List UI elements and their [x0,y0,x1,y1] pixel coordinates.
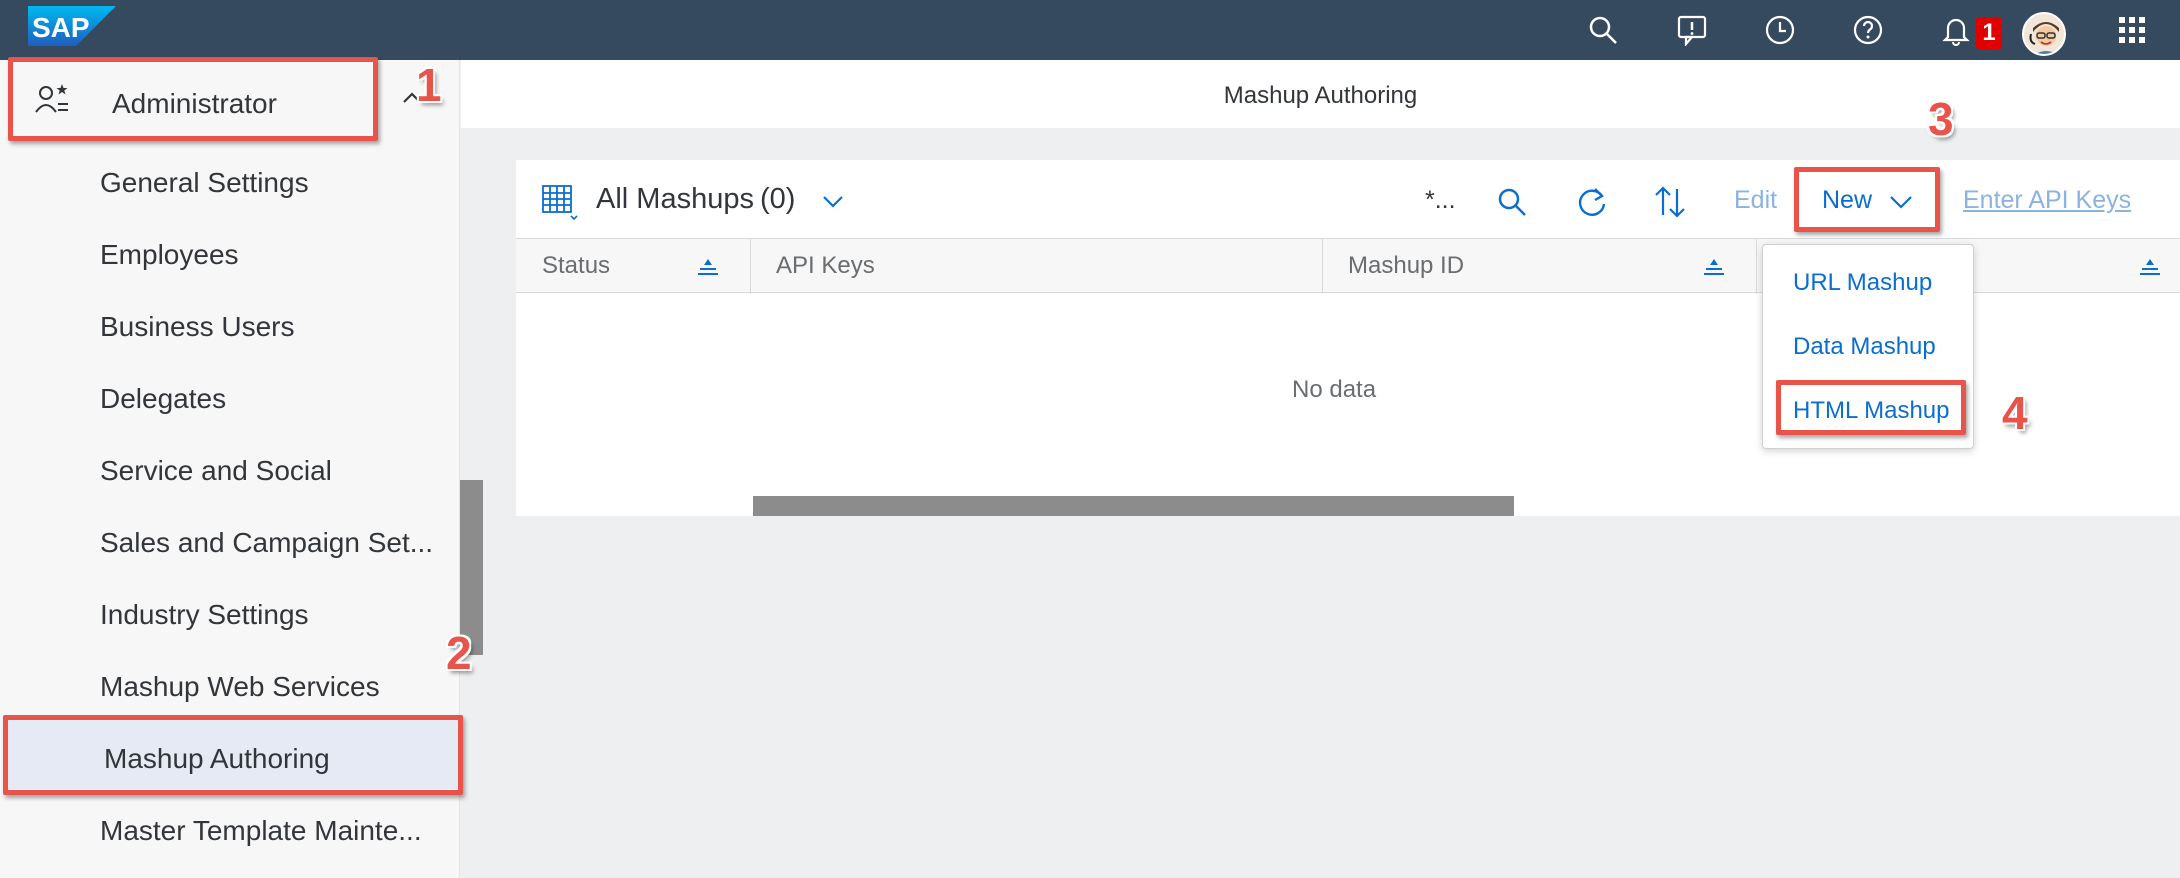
notification-badge: 1 [1976,17,2002,49]
sidebar-item-service-and-social[interactable]: Service and Social [100,455,332,487]
table-view-icon[interactable] [540,182,580,222]
search-icon[interactable] [1492,182,1532,222]
sidebar-item-mashup-authoring[interactable]: Mashup Authoring [104,743,330,775]
callout-step-1: 1 [416,59,442,111]
page-title: Mashup Authoring [1223,82,1418,109]
callout-step-3: 3 [1928,93,1954,145]
sidebar-item-sales-and-campaign[interactable]: Sales and Campaign Set... [100,527,433,559]
administrator-icon [34,82,70,123]
view-title[interactable]: All Mashups [596,183,754,216]
sidebar-item-business-users[interactable]: Business Users [100,311,295,343]
recent-activity-icon[interactable] [1760,10,1800,50]
column-header-mashup-id[interactable]: Mashup ID [1348,252,1464,280]
svg-text:SAP: SAP [32,12,90,43]
column-separator[interactable] [1322,239,1323,294]
search-icon[interactable] [1583,10,1623,50]
sort-icon[interactable] [1650,182,1690,222]
avatar[interactable] [2022,12,2066,56]
side-navigation: Administrator General Settings Employees… [0,60,460,878]
new-button[interactable]: New [1822,186,1872,215]
refresh-icon[interactable] [1572,182,1612,222]
sidebar-item-industry-settings[interactable]: Industry Settings [100,599,309,631]
record-count: (0) [760,183,796,215]
sidebar-item-general-settings[interactable]: General Settings [100,167,309,199]
shell-bar: SAP 1 [0,0,2180,60]
sort-indicator-icon [1702,257,1726,282]
menu-item-url-mashup[interactable]: URL Mashup [1793,269,1932,297]
menu-item-html-mashup[interactable]: HTML Mashup [1793,397,1950,425]
horizontal-scrollbar[interactable] [753,496,1514,516]
new-dropdown-menu: URL Mashup Data Mashup HTML Mashup [1762,244,1974,449]
sort-indicator-icon [2138,257,2162,282]
feedback-icon[interactable] [1672,10,1712,50]
sap-logo[interactable]: SAP [28,6,116,46]
chevron-down-icon[interactable] [818,186,848,216]
edit-button[interactable]: Edit [1734,186,1777,215]
help-icon[interactable] [1848,10,1888,50]
sidebar-item-mashup-web-services[interactable]: Mashup Web Services [100,671,380,703]
app-launcher-icon[interactable] [2112,10,2152,50]
empty-table-message: No data [1292,376,1377,403]
chevron-down-icon[interactable] [1886,186,1916,216]
filter-text[interactable]: *... [1425,186,1456,215]
sidebar-item-delegates[interactable]: Delegates [100,383,226,415]
column-separator[interactable] [1756,239,1757,294]
bell-icon[interactable] [1936,10,1976,50]
column-header-status[interactable]: Status [542,252,610,280]
column-header-api-keys[interactable]: API Keys [776,252,875,280]
sidebar-item-employees[interactable]: Employees [100,239,239,271]
column-separator[interactable] [750,239,751,294]
sidebar-group-administrator[interactable]: Administrator [12,62,376,140]
sidebar-group-label: Administrator [112,88,277,119]
sort-indicator-icon [696,257,720,282]
enter-api-keys-link[interactable]: Enter API Keys [1963,186,2131,215]
callout-step-2: 2 [446,627,472,679]
menu-item-data-mashup[interactable]: Data Mashup [1793,333,1936,361]
page-header: Mashup Authoring [461,60,2180,128]
callout-step-4: 4 [2002,387,2028,439]
sidebar-item-master-template[interactable]: Master Template Mainte... [100,815,422,847]
